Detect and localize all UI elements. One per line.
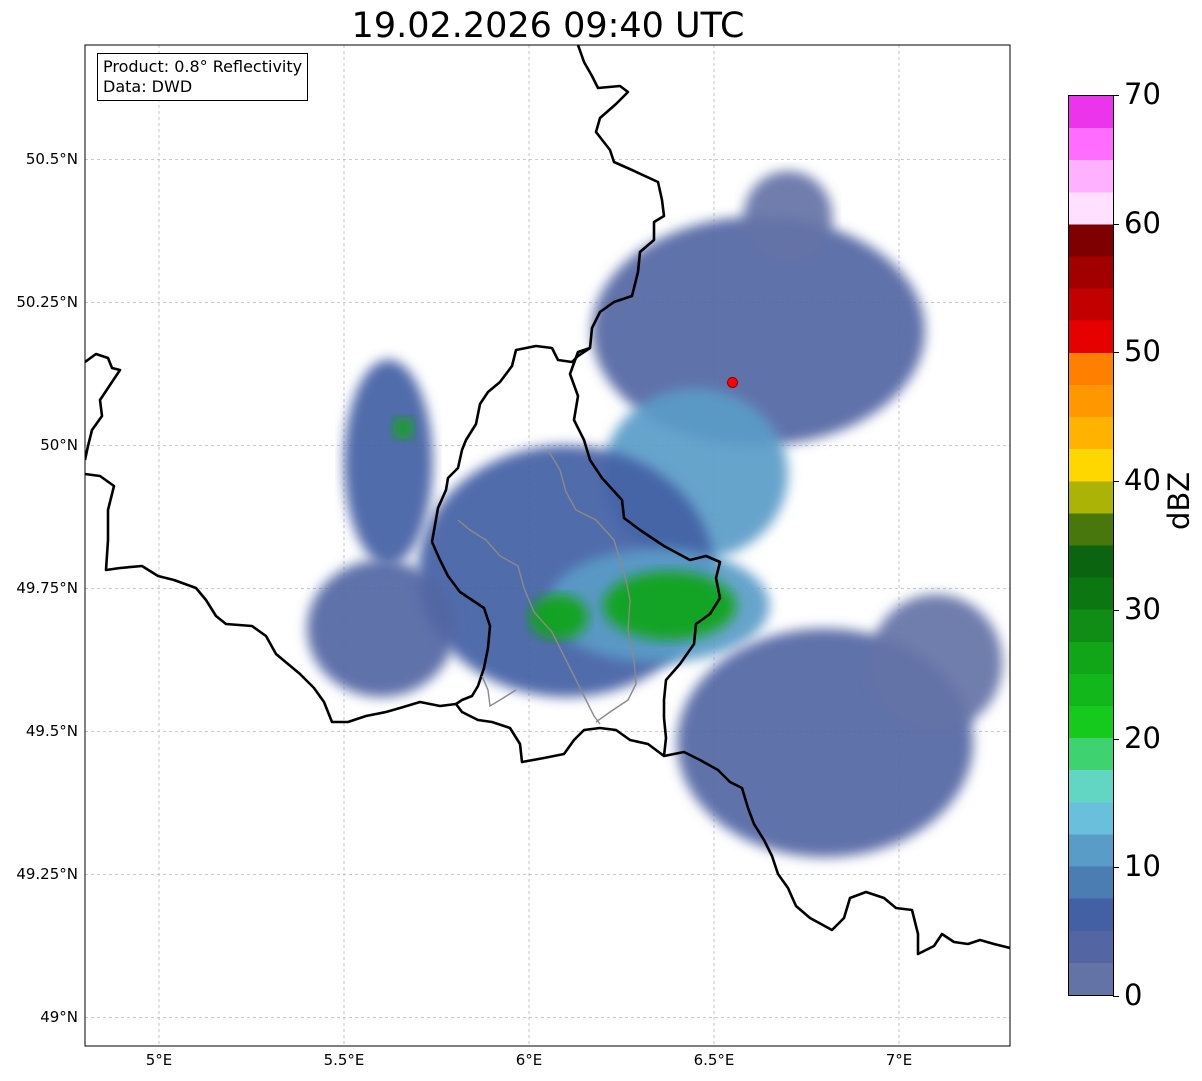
product-label: Product: 0.8° Reflectivity: [103, 57, 303, 76]
lon-tick-label: 7°E: [885, 1051, 913, 1069]
lat-tick-label: 49.5°N: [25, 722, 78, 741]
colorbar-tick: [1113, 996, 1119, 997]
radar-site-marker[interactable]: [727, 376, 738, 388]
colorbar-tick: [1113, 481, 1119, 483]
colorbar-tick: [1113, 352, 1119, 354]
lon-tick-label: 6.5°E: [693, 1051, 735, 1069]
lon-tick-label: 6°E: [515, 1051, 543, 1069]
colorbar: [1068, 95, 1114, 996]
lon-tick-label: 5°E: [145, 1051, 173, 1069]
colorbar-tick: [1113, 738, 1119, 740]
lat-tick-label: 49.75°N: [16, 579, 78, 598]
lat-tick-label: 50.25°N: [16, 293, 78, 312]
colorbar-tick-label: 10: [1124, 849, 1161, 884]
radar-site[interactable]: [727, 376, 738, 388]
lat-tick-label: 50°N: [40, 436, 78, 455]
colorbar-label: dBZ: [1162, 471, 1196, 530]
colorbar-tick-label: 30: [1124, 591, 1161, 626]
colorbar-tick: [1113, 223, 1119, 225]
colorbar-tick: [1113, 867, 1119, 869]
colorbar-tick: [1113, 95, 1119, 96]
colorbar-tick: [1113, 609, 1119, 611]
lat-tick-label: 50.5°N: [25, 150, 78, 169]
lat-tick-label: 49°N: [40, 1008, 78, 1027]
colorbar-tick-label: 20: [1124, 720, 1161, 755]
colorbar-tick-label: 40: [1124, 463, 1161, 498]
echo-region: [869, 594, 1003, 732]
colorbar-tick-label: 0: [1124, 978, 1143, 1012]
product-info-box: Product: 0.8° Reflectivity Data: DWD: [97, 53, 309, 101]
colorbar-tick-label: 70: [1124, 77, 1161, 111]
echo-region: [743, 170, 833, 263]
colorbar-tick-label: 60: [1124, 205, 1161, 240]
data-source-label: Data: DWD: [103, 77, 193, 96]
lon-tick-label: 5.5°E: [323, 1051, 365, 1069]
colorbar-tick-label: 50: [1124, 334, 1161, 369]
echo-region: [392, 416, 415, 440]
echo-region: [344, 359, 433, 566]
radar-map[interactable]: [0, 0, 1202, 1081]
lat-tick-label: 49.25°N: [16, 865, 78, 884]
echo-region: [307, 559, 455, 698]
